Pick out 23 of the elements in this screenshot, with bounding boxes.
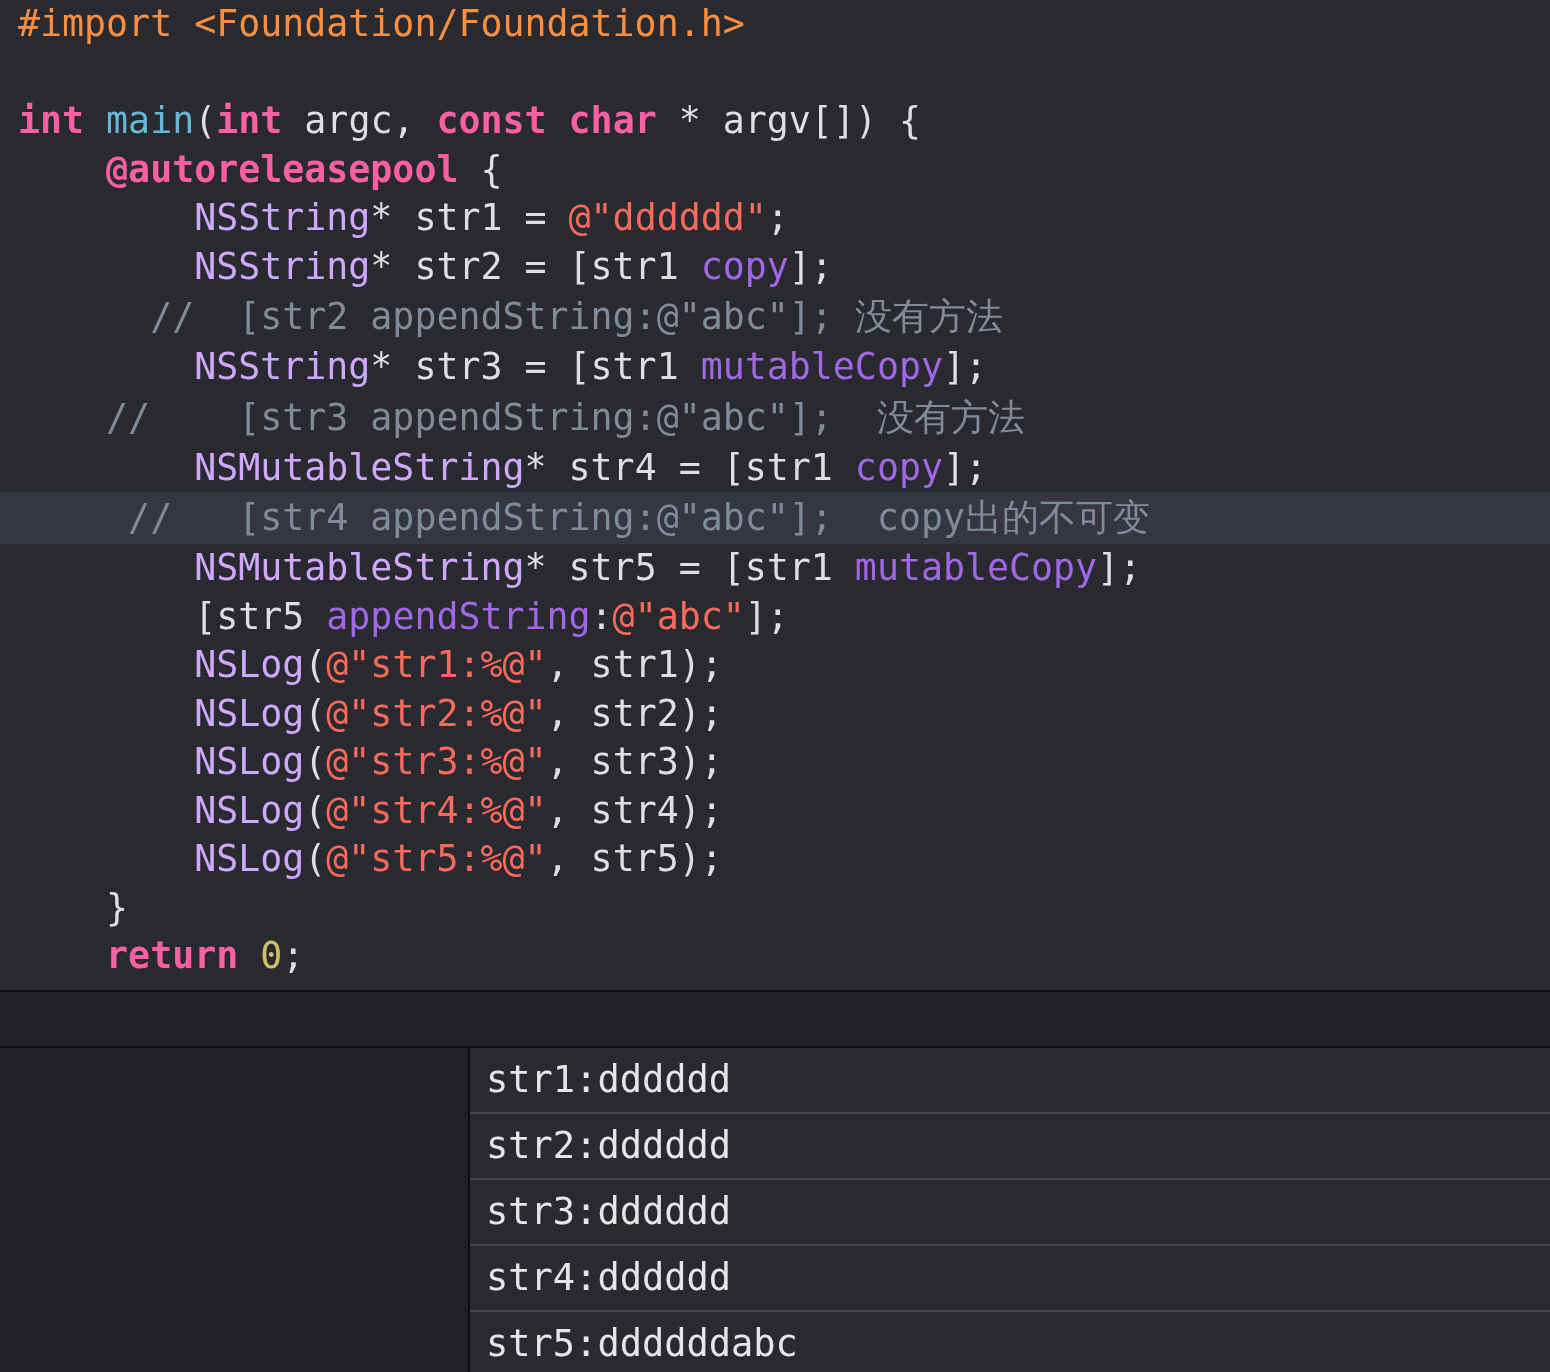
- code-line: // [str2 appendString:@"abc"]; 没有方法: [149, 294, 1004, 340]
- code-line: #import <Foundation/Foundation.h>: [17, 1, 746, 47]
- console-output-line: str5:ddddddabc: [470, 1312, 1550, 1372]
- code-line: // [str3 appendString:@"abc"]; 没有方法: [105, 394, 1026, 441]
- console-output-line: str2:dddddd: [470, 1114, 1550, 1180]
- code-line: NSLog(@"str5:%@", str5);: [193, 836, 724, 882]
- code-line: }: [105, 884, 130, 931]
- code-line: NSLog(@"str4:%@", str4);: [193, 787, 724, 834]
- code-line: [str5 appendString:@"abc"];: [193, 593, 790, 640]
- console-output-line: str4:dddddd: [470, 1246, 1550, 1312]
- console-output-line: str1:dddddd: [470, 1048, 1550, 1114]
- code-line: @autoreleasepool {: [105, 146, 504, 193]
- code-line: NSMutableString* str5 = [str1 mutableCopy];: [193, 545, 1143, 591]
- code-line: NSLog(@"str1:%@", str1);: [193, 642, 724, 688]
- code-line: NSString* str1 = @"dddddd";: [193, 195, 790, 241]
- code-line: NSString* str2 = [str1 copy];: [193, 243, 834, 290]
- code-line: return 0;: [105, 933, 306, 979]
- code-line: NSLog(@"str2:%@", str2);: [193, 690, 724, 737]
- code-line: int main(int argc, const char * argv[]) {: [17, 98, 922, 144]
- code-line: NSMutableString* str4 = [str1 copy];: [193, 444, 988, 491]
- console-output-line: str3:dddddd: [470, 1180, 1550, 1246]
- code-line: NSString* str3 = [str1 mutableCopy];: [193, 344, 988, 390]
- code-line: NSLog(@"str3:%@", str3);: [193, 739, 724, 785]
